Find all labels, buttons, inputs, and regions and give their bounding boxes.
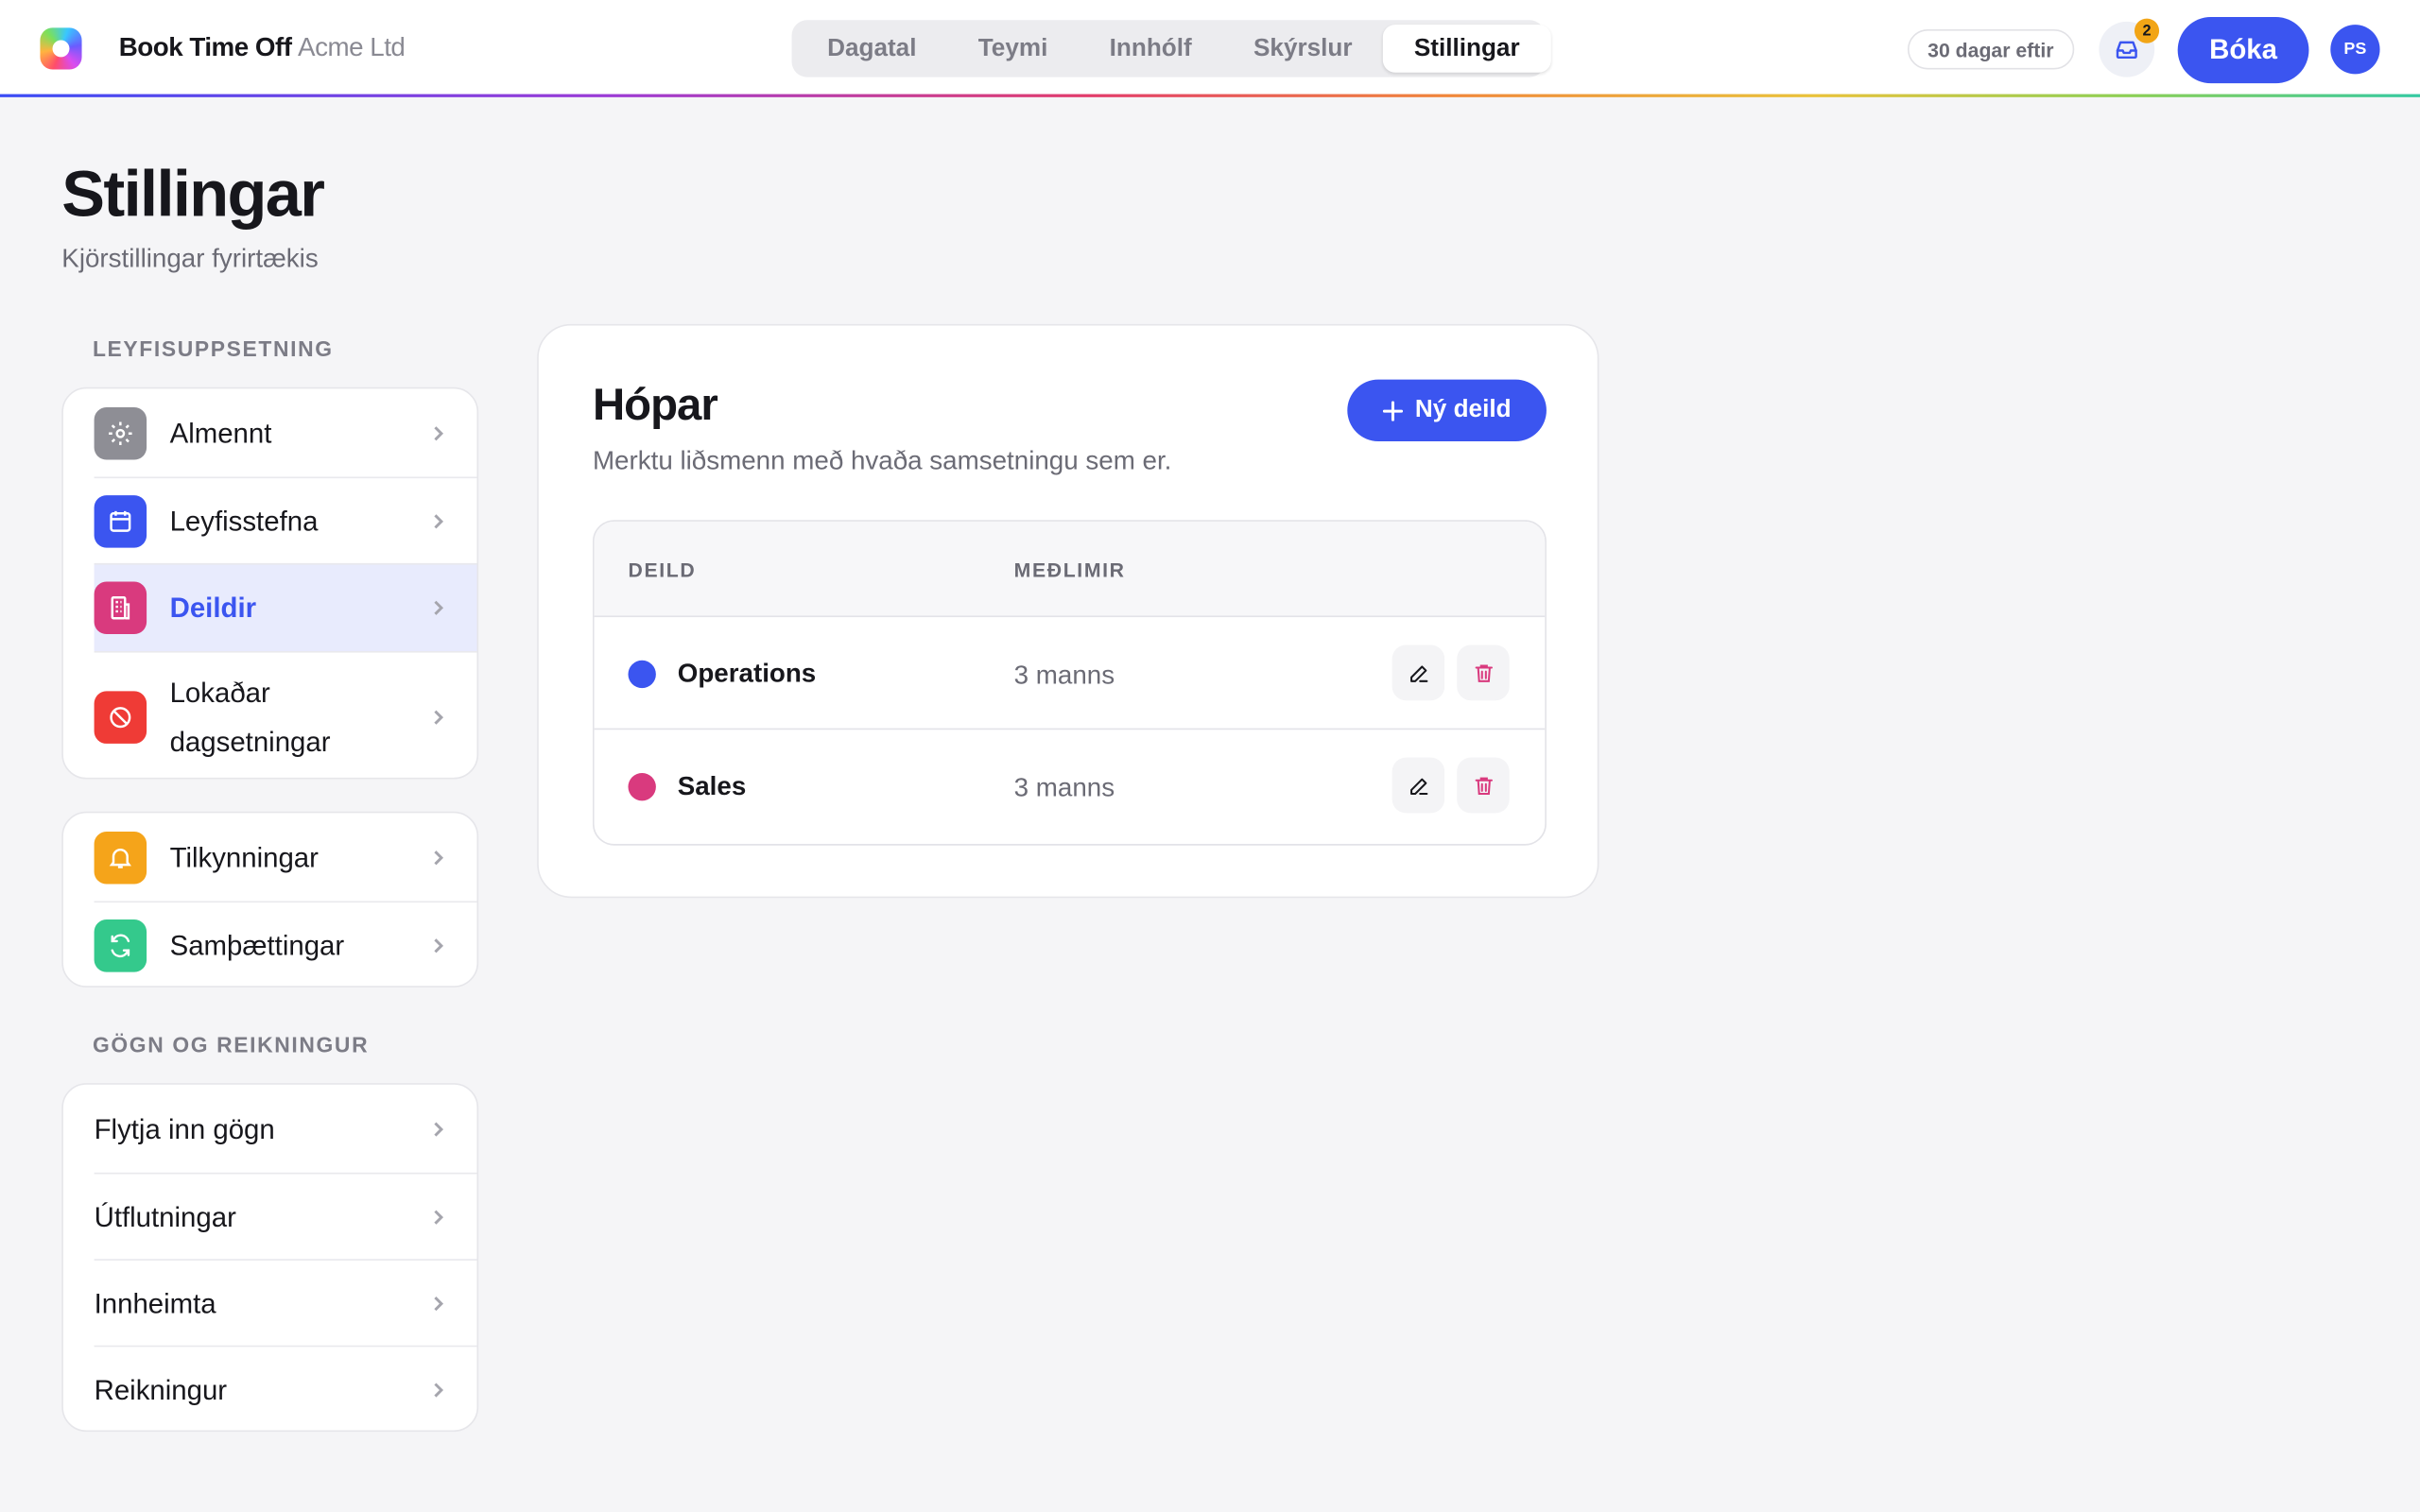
sidebar-item-label: Reikningur	[94, 1373, 228, 1405]
bell-icon	[94, 831, 147, 884]
chevron-right-icon	[434, 850, 444, 865]
book-button[interactable]: Bóka	[2177, 16, 2309, 84]
new-department-button[interactable]: Ný deild	[1347, 379, 1547, 441]
sidebar-item-label: Tilkynningar	[169, 841, 319, 873]
tab-inbox[interactable]: Innhólf	[1079, 25, 1222, 73]
groups-card: Hópar Merktu liðsmenn með hvaða samsetni…	[537, 323, 1599, 899]
trial-days-badge[interactable]: 30 dagar eftir	[1907, 29, 2074, 70]
card-subtitle: Merktu liðsmenn með hvaða samsetningu se…	[592, 445, 1172, 475]
chevron-right-icon	[434, 600, 444, 615]
nav-group-data: Flytja inn gögn Útflutningar Innheimta R…	[61, 1083, 479, 1433]
departments-table: DEILD MEÐLIMIR Operations 3 manns Sales …	[592, 520, 1547, 846]
sidebar-item-leave-policy[interactable]: Leyfisstefna	[94, 476, 477, 562]
chevron-right-icon	[434, 1121, 444, 1136]
trash-icon	[1474, 663, 1493, 682]
brand: Book Time Off Acme Ltd	[119, 32, 406, 63]
sidebar-item-label-line1: Lokaðar	[169, 676, 270, 708]
sidebar-item-label: Almennt	[169, 417, 272, 449]
header-accent-line	[0, 94, 2420, 97]
new-department-label: Ný deild	[1414, 396, 1512, 423]
chevron-right-icon	[434, 1296, 444, 1311]
table-header: DEILD MEÐLIMIR	[594, 521, 1546, 618]
plus-icon	[1382, 400, 1403, 421]
department-name: Sales	[677, 771, 747, 801]
sync-icon	[94, 919, 147, 971]
sidebar-item-import[interactable]: Flytja inn gögn	[95, 1085, 477, 1173]
trash-icon	[1474, 776, 1493, 795]
column-header-members: MEÐLIMIR	[1013, 558, 1126, 582]
sidebar-item-departments[interactable]: Deildir	[94, 562, 477, 651]
chevron-right-icon	[434, 1209, 444, 1224]
block-icon	[94, 690, 147, 744]
chevron-right-icon	[434, 425, 444, 440]
edit-button[interactable]	[1392, 757, 1445, 814]
inbox-icon	[2116, 41, 2137, 60]
nav-group-leave: Almennt Leyfisstefna Deildir Lokaðar dag…	[61, 387, 479, 780]
avatar[interactable]: PS	[2330, 25, 2380, 75]
pencil-icon	[1409, 777, 1427, 795]
brand-name: Book Time Off	[118, 32, 292, 62]
sidebar-item-label: Leyfisstefna	[169, 505, 319, 537]
delete-button[interactable]	[1457, 757, 1510, 814]
card-title: Hópar	[592, 381, 718, 431]
page-title: Stillingar	[61, 157, 325, 231]
department-name: Operations	[677, 659, 817, 689]
inbox-button[interactable]: 2	[2099, 18, 2160, 77]
calendar-icon	[94, 494, 147, 547]
main-tabs: Dagatal Teymi Innhólf Skýrslur Stillinga…	[791, 20, 1551, 77]
tab-calendar[interactable]: Dagatal	[796, 25, 947, 73]
section-label-data-account: GÖGN OG REIKNINGUR	[92, 1032, 370, 1057]
tab-reports[interactable]: Skýrslur	[1222, 25, 1383, 73]
sidebar-item-notifications[interactable]: Tilkynningar	[94, 813, 477, 901]
sidebar-item-general[interactable]: Almennt	[94, 388, 477, 476]
edit-button[interactable]	[1392, 644, 1445, 701]
sidebar-item-exports[interactable]: Útflutningar	[94, 1172, 477, 1259]
inbox-count-badge: 2	[2134, 18, 2160, 43]
tab-team[interactable]: Teymi	[947, 25, 1079, 73]
department-color-dot	[628, 660, 656, 689]
department-color-dot	[628, 772, 656, 801]
tab-settings[interactable]: Stillingar	[1383, 25, 1551, 73]
chevron-right-icon	[434, 937, 444, 953]
sidebar-item-label: Útflutningar	[94, 1201, 236, 1232]
sidebar-item-billing[interactable]: Innheimta	[94, 1259, 477, 1345]
sidebar-item-label-line2: dagsetningar	[169, 726, 331, 757]
member-count: 3 manns	[1013, 660, 1115, 690]
column-header-department: DEILD	[628, 558, 697, 582]
sidebar-item-label: Deildir	[169, 592, 257, 624]
sidebar-item-label: Innheimta	[94, 1287, 216, 1319]
page-subtitle: Kjörstillingar fyrirtækis	[61, 243, 319, 273]
nav-group-notifications: Tilkynningar Samþættingar	[61, 811, 479, 988]
app-logo[interactable]	[40, 27, 82, 70]
top-bar: Book Time Off Acme Ltd Dagatal Teymi Innh…	[0, 0, 2420, 97]
chevron-right-icon	[434, 709, 444, 724]
delete-button[interactable]	[1457, 644, 1510, 701]
table-row: Sales 3 manns	[595, 730, 1546, 842]
gear-icon	[94, 406, 147, 459]
section-label-leave-setup: LEYFISUPPSETNING	[92, 335, 334, 362]
sidebar-item-integrations[interactable]: Samþættingar	[94, 901, 477, 986]
company-name: Acme Ltd	[298, 32, 406, 62]
sidebar-item-closed-dates[interactable]: Lokaðar dagsetningar	[94, 650, 477, 778]
chevron-right-icon	[434, 513, 444, 528]
building-icon	[94, 581, 147, 635]
table-row: Operations 3 manns	[594, 617, 1546, 730]
chevron-right-icon	[434, 1382, 444, 1397]
pencil-icon	[1409, 664, 1427, 682]
sidebar-item-label: Flytja inn gögn	[94, 1112, 275, 1144]
sidebar-item-label: Samþættingar	[169, 929, 345, 961]
member-count: 3 manns	[1013, 772, 1115, 802]
sidebar-item-label: Lokaðar dagsetningar	[170, 667, 331, 765]
sidebar-item-account[interactable]: Reikningur	[94, 1345, 477, 1431]
